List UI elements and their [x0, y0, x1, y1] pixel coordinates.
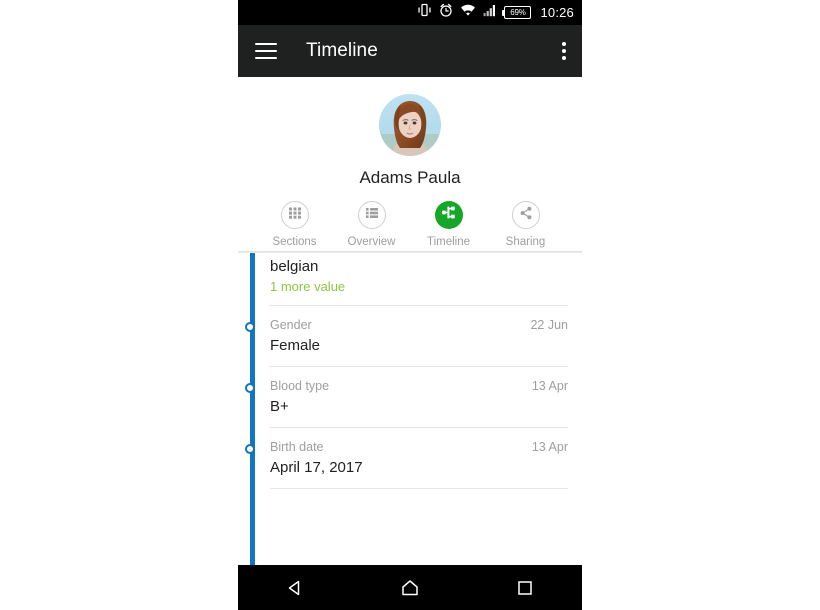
share-icon: [519, 206, 533, 225]
timeline-entry-more-link[interactable]: 1 more value: [270, 279, 568, 294]
timeline-entry-inner: Gender 22 Jun Female: [244, 306, 568, 367]
timeline-entry-inner: belgian 1 more value: [270, 258, 568, 306]
grid-icon: [288, 206, 302, 225]
timeline-entry-value: B+: [270, 398, 289, 415]
timeline-entry-date: 13 Apr: [531, 440, 568, 454]
android-nav-bar: [238, 565, 582, 610]
list-icon: [365, 206, 379, 225]
home-icon[interactable]: [386, 565, 434, 610]
signal-icon: [483, 4, 497, 22]
back-icon[interactable]: [271, 565, 319, 610]
timeline-entry-label: Blood type: [270, 379, 330, 393]
tab-sharing-label: Sharing: [505, 236, 546, 248]
timeline-entry-date: 13 Apr: [531, 379, 568, 393]
hamburger-menu-icon[interactable]: [255, 43, 277, 59]
tab-sections-circle: [280, 201, 309, 229]
app-bar: Timeline: [238, 25, 582, 77]
timeline-node-icon: [244, 383, 255, 393]
timeline-entry-inner: Birth date 13 Apr April 17, 2017: [244, 428, 568, 489]
tab-sections[interactable]: Sections: [260, 201, 330, 248]
phone-screen: 69% 10:26 Timeline Adams Paula Sections …: [238, 0, 582, 610]
tab-overview[interactable]: Overview: [337, 201, 407, 248]
tab-sharing[interactable]: Sharing: [491, 201, 561, 248]
tab-overview-circle: [357, 201, 386, 229]
profile-name: Adams Paula: [359, 168, 461, 187]
alarm-icon: [439, 3, 453, 22]
timeline-entry-value: April 17, 2017: [270, 459, 363, 476]
timeline-node-icon: [244, 444, 255, 454]
timeline-entry-header: Gender 22 Jun: [270, 318, 568, 332]
status-bar-icons: 69% 10:26: [417, 3, 574, 22]
timeline-entry-inner: Blood type 13 Apr B+: [244, 367, 568, 428]
tab-timeline[interactable]: Timeline: [414, 201, 484, 248]
timeline-entry-header: Birth date 13 Apr: [270, 440, 568, 454]
timeline-entry[interactable]: Birth date 13 Apr April 17, 2017: [238, 428, 582, 489]
timeline-branch-icon: [440, 204, 457, 226]
battery-icon: 69%: [502, 6, 532, 19]
battery-percent-label: 69%: [510, 7, 526, 17]
profile-header: Adams Paula Sections Overview Timeline S…: [238, 77, 582, 251]
timeline-list[interactable]: belgian 1 more value Gender 22 Jun Femal…: [238, 253, 582, 565]
overflow-menu-icon[interactable]: [562, 42, 566, 60]
tab-timeline-circle: [434, 201, 463, 229]
recents-icon[interactable]: [501, 565, 549, 610]
timeline-node-icon: [244, 322, 255, 332]
avatar[interactable]: [379, 94, 441, 156]
timeline-entry-label: Gender: [270, 318, 312, 332]
timeline-entry-date: 22 Jun: [530, 318, 568, 332]
status-bar: 69% 10:26: [238, 0, 582, 25]
status-bar-clock: 10:26: [540, 5, 574, 20]
tab-timeline-label: Timeline: [426, 236, 471, 248]
tab-sections-label: Sections: [272, 236, 317, 248]
page-title: Timeline: [306, 40, 378, 61]
vibrate-icon: [417, 3, 432, 22]
timeline-entry-header: Blood type 13 Apr: [270, 379, 568, 393]
timeline-entry-label: Birth date: [270, 440, 324, 454]
tab-overview-label: Overview: [347, 236, 396, 248]
timeline-entry[interactable]: belgian 1 more value: [238, 258, 582, 306]
timeline-entry[interactable]: Blood type 13 Apr B+: [238, 367, 582, 428]
screenshot-canvas: 69% 10:26 Timeline Adams Paula Sections …: [0, 0, 820, 610]
profile-tabs: Sections Overview Timeline Sharing: [238, 201, 582, 248]
wifi-icon: [460, 4, 476, 22]
timeline-entry-value: Female: [270, 337, 321, 354]
timeline-entry[interactable]: Gender 22 Jun Female: [238, 306, 582, 367]
tab-sharing-circle: [511, 201, 540, 229]
timeline-entry-value: belgian: [270, 258, 319, 275]
